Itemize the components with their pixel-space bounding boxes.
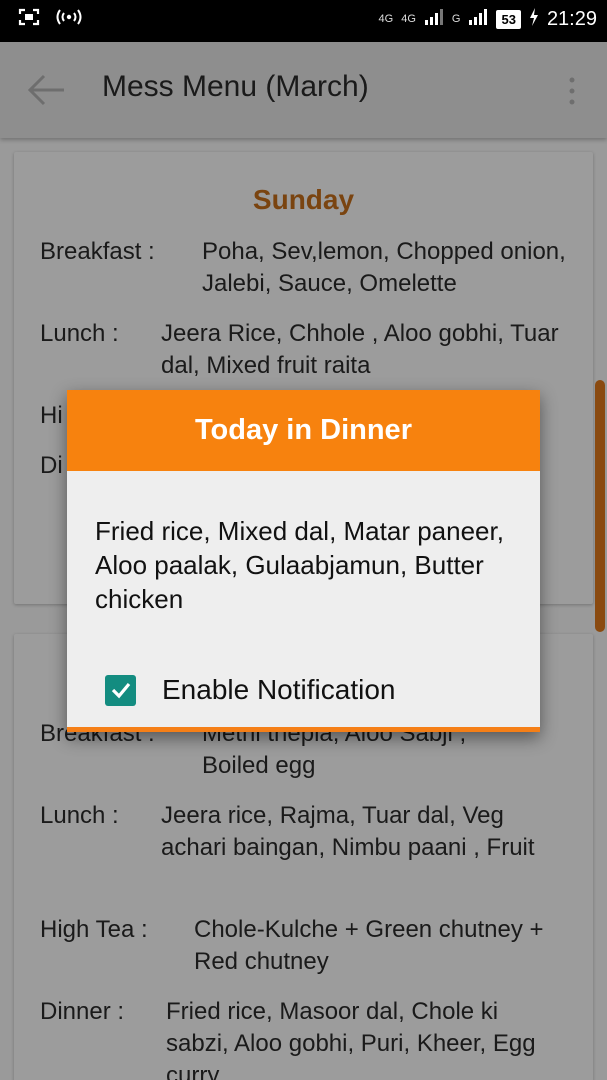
dialog-message: Fried rice, Mixed dal, Matar paneer, Alo… [95,516,504,614]
high-tea-label: Hi [40,402,63,429]
breakfast-label: Breakfast : [40,238,155,265]
app-bar: Mess Menu (March) [0,42,607,138]
dinner-label: Di [40,452,63,479]
screenshot-icon [18,8,40,31]
sim2-network-label: G [451,13,461,25]
signal-icon-2 [468,8,488,31]
dinner-label: Dinner : [40,998,125,1025]
network-type-label-2: 4G [401,13,416,25]
high-tea-text: Chole-Kulche + Green chutney + Red chutn… [194,916,544,975]
lunch-text: Jeera rice, Rajma, Tuar dal, Veg achari … [161,802,535,861]
high-tea-label: High Tea : [40,916,148,943]
enable-notification-checkbox[interactable] [105,674,136,706]
battery-indicator: 53 [496,10,521,29]
lunch-label: Lunch : [40,802,119,829]
back-arrow-icon[interactable] [24,72,68,108]
page-title: Mess Menu (March) [102,70,369,103]
scrollbar[interactable] [595,380,605,632]
dinner-dialog: Today in Dinner Fried rice, Mixed dal, M… [67,390,540,732]
status-bar: 4G 4G G 53 21:29 [0,0,607,42]
breakfast-text-line2: Boiled egg [202,752,316,779]
charging-icon [529,8,539,31]
dialog-header: Today in Dinner [67,390,540,471]
dinner-text: Fried rice, Masoor dal, Chole ki sabzi, … [166,998,536,1080]
clock: 21:29 [546,8,597,30]
day-title: Sunday [252,184,355,215]
enable-notification-row[interactable]: Enable Notification [105,674,395,706]
breakfast-text: Poha, Sev,lemon, Chopped onion, Jalebi, … [202,238,566,297]
dialog-title: Today in Dinner [195,414,412,446]
more-options-icon[interactable] [569,76,575,106]
check-icon [111,682,130,699]
hotspot-icon [54,8,84,31]
lunch-text: Jeera Rice, Chhole , Aloo gobhi, Tuar da… [161,320,559,379]
signal-icon [424,8,444,31]
lunch-label: Lunch : [40,320,119,347]
network-type-label: 4G [378,13,394,25]
enable-notification-label[interactable]: Enable Notification [162,674,395,706]
